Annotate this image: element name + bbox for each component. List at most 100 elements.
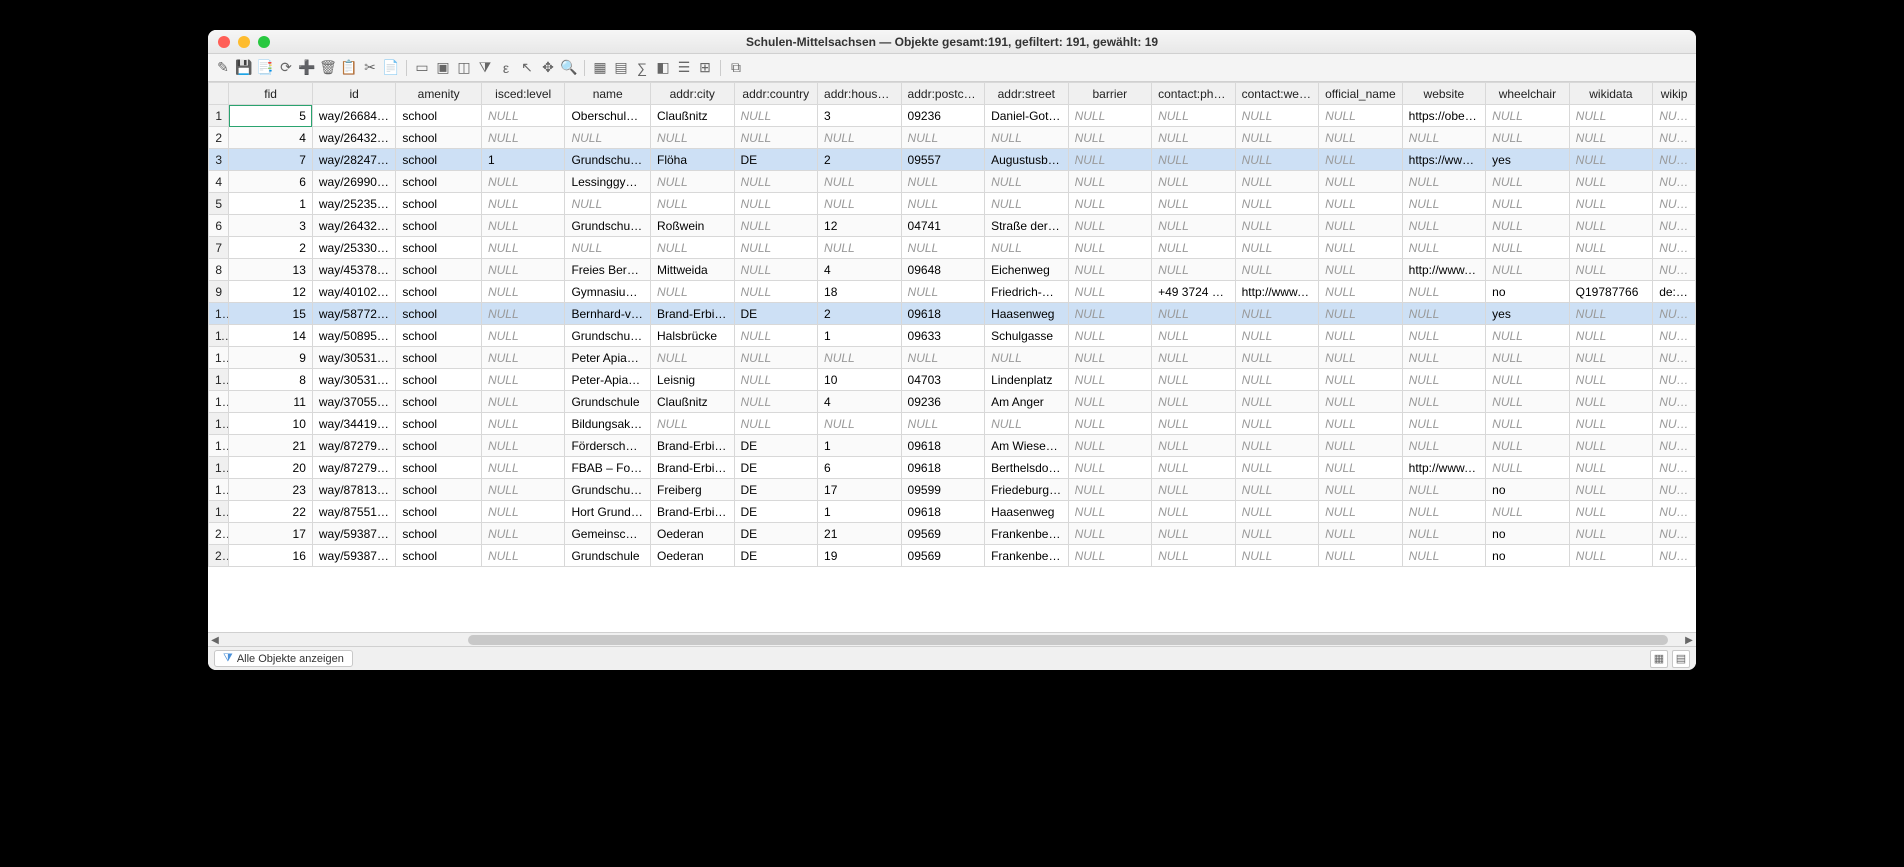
- column-header[interactable]: wikip: [1653, 83, 1696, 105]
- cell[interactable]: Friedeburger ...: [985, 479, 1069, 501]
- zoom-icon[interactable]: [258, 36, 270, 48]
- cell[interactable]: NULL: [901, 193, 985, 215]
- cell[interactable]: NULL: [1653, 479, 1696, 501]
- cell[interactable]: NULL: [901, 347, 985, 369]
- table-row[interactable]: 129way/30531957schoolNULLPeter Apian ...…: [209, 347, 1696, 369]
- cell[interactable]: NULL: [1152, 369, 1236, 391]
- cell[interactable]: NULL: [1152, 325, 1236, 347]
- cell[interactable]: NULL: [1486, 127, 1570, 149]
- cell[interactable]: NULL: [1653, 105, 1696, 127]
- cell[interactable]: NULL: [1653, 325, 1696, 347]
- cell[interactable]: NULL: [1319, 303, 1403, 325]
- cell[interactable]: school: [396, 391, 482, 413]
- table-row[interactable]: 138way/30531955schoolNULLPeter-Apian-...…: [209, 369, 1696, 391]
- cell[interactable]: way/26432619: [312, 127, 396, 149]
- cell[interactable]: NULL: [1068, 149, 1152, 171]
- cell[interactable]: NULL: [1068, 347, 1152, 369]
- cell[interactable]: NULL: [1402, 215, 1486, 237]
- cell[interactable]: NULL: [734, 171, 818, 193]
- cell[interactable]: Grundschule ...: [565, 479, 651, 501]
- cell[interactable]: way/26684323: [312, 105, 396, 127]
- cell[interactable]: http://www.gy...: [1235, 281, 1319, 303]
- cell[interactable]: 09633: [901, 325, 985, 347]
- cell[interactable]: NULL: [1235, 171, 1319, 193]
- cell[interactable]: school: [396, 501, 482, 523]
- cell[interactable]: NULL: [1235, 105, 1319, 127]
- cell[interactable]: NULL: [985, 237, 1069, 259]
- row-header[interactable]: 8: [209, 259, 229, 281]
- cell[interactable]: NULL: [1653, 435, 1696, 457]
- cell[interactable]: NULL: [1486, 413, 1570, 435]
- cell[interactable]: de:Gym: [1653, 281, 1696, 303]
- conditional-icon[interactable]: ◧: [654, 59, 672, 77]
- cell[interactable]: 2: [229, 237, 313, 259]
- column-header[interactable]: name: [565, 83, 651, 105]
- cell[interactable]: FBAB – Fort- ...: [565, 457, 651, 479]
- cell[interactable]: way/45378325: [312, 259, 396, 281]
- save-icon[interactable]: 💾: [235, 59, 253, 77]
- cell[interactable]: 09618: [901, 457, 985, 479]
- row-header[interactable]: 11: [209, 325, 229, 347]
- cell[interactable]: NULL: [1235, 325, 1319, 347]
- cell[interactable]: NULL: [1569, 545, 1653, 567]
- cell[interactable]: NULL: [1068, 545, 1152, 567]
- cell[interactable]: Q19787766: [1569, 281, 1653, 303]
- cell[interactable]: NULL: [1152, 259, 1236, 281]
- cell[interactable]: 4: [818, 391, 902, 413]
- cell[interactable]: Am Wiesengr...: [985, 435, 1069, 457]
- cell[interactable]: Förderschulz...: [565, 435, 651, 457]
- table-row[interactable]: 2116way/59387442schoolNULLGrundschuleOed…: [209, 545, 1696, 567]
- cell[interactable]: NULL: [901, 237, 985, 259]
- row-header[interactable]: 4: [209, 171, 229, 193]
- table-row[interactable]: 51way/25235752schoolNULLNULLNULLNULLNULL…: [209, 193, 1696, 215]
- cell[interactable]: 9: [229, 347, 313, 369]
- cell[interactable]: NULL: [1068, 457, 1152, 479]
- cell[interactable]: NULL: [1068, 237, 1152, 259]
- cell[interactable]: 04703: [901, 369, 985, 391]
- cell[interactable]: NULL: [1569, 171, 1653, 193]
- cell[interactable]: NULL: [734, 281, 818, 303]
- scrollbar-thumb[interactable]: [468, 635, 1668, 645]
- cell[interactable]: NULL: [1402, 435, 1486, 457]
- cell[interactable]: Oberschule ...: [565, 105, 651, 127]
- cell[interactable]: NULL: [1152, 105, 1236, 127]
- view-table-icon[interactable]: ▦: [1650, 650, 1668, 668]
- cell[interactable]: NULL: [1569, 259, 1653, 281]
- cell[interactable]: no: [1486, 281, 1570, 303]
- cell[interactable]: NULL: [1068, 281, 1152, 303]
- cell[interactable]: NULL: [1068, 369, 1152, 391]
- cell[interactable]: 09599: [901, 479, 985, 501]
- cell[interactable]: NULL: [734, 193, 818, 215]
- cell[interactable]: NULL: [565, 193, 651, 215]
- cell[interactable]: NULL: [1319, 281, 1403, 303]
- cell[interactable]: Frankenberg...: [985, 523, 1069, 545]
- cell[interactable]: Gemeinschaf...: [565, 523, 651, 545]
- cell[interactable]: school: [396, 105, 482, 127]
- cell[interactable]: way/87279517: [312, 457, 396, 479]
- cell[interactable]: NULL: [1319, 523, 1403, 545]
- cell[interactable]: NULL: [1235, 237, 1319, 259]
- cell[interactable]: NULL: [481, 369, 565, 391]
- cell[interactable]: NULL: [1152, 171, 1236, 193]
- row-header[interactable]: 9: [209, 281, 229, 303]
- cell[interactable]: NULL: [985, 413, 1069, 435]
- cell[interactable]: Friedrich-Ma...: [985, 281, 1069, 303]
- cell[interactable]: NULL: [651, 127, 735, 149]
- cell[interactable]: NULL: [734, 237, 818, 259]
- copy-icon[interactable]: 📋: [340, 59, 358, 77]
- cell[interactable]: Leisnig: [651, 369, 735, 391]
- cell[interactable]: NULL: [481, 347, 565, 369]
- refresh-icon[interactable]: ⟳: [277, 59, 295, 77]
- cell[interactable]: school: [396, 479, 482, 501]
- cell[interactable]: NULL: [481, 413, 565, 435]
- cell[interactable]: NULL: [901, 127, 985, 149]
- cell[interactable]: 09618: [901, 435, 985, 457]
- cell[interactable]: +49 3724 27...: [1152, 281, 1236, 303]
- cell[interactable]: NULL: [1653, 171, 1696, 193]
- cell[interactable]: NULL: [1486, 237, 1570, 259]
- cell[interactable]: Lessinggymn...: [565, 171, 651, 193]
- cell[interactable]: NULL: [1569, 347, 1653, 369]
- cell[interactable]: way/26990019: [312, 171, 396, 193]
- cell[interactable]: school: [396, 369, 482, 391]
- cell[interactable]: https://www.g...: [1402, 149, 1486, 171]
